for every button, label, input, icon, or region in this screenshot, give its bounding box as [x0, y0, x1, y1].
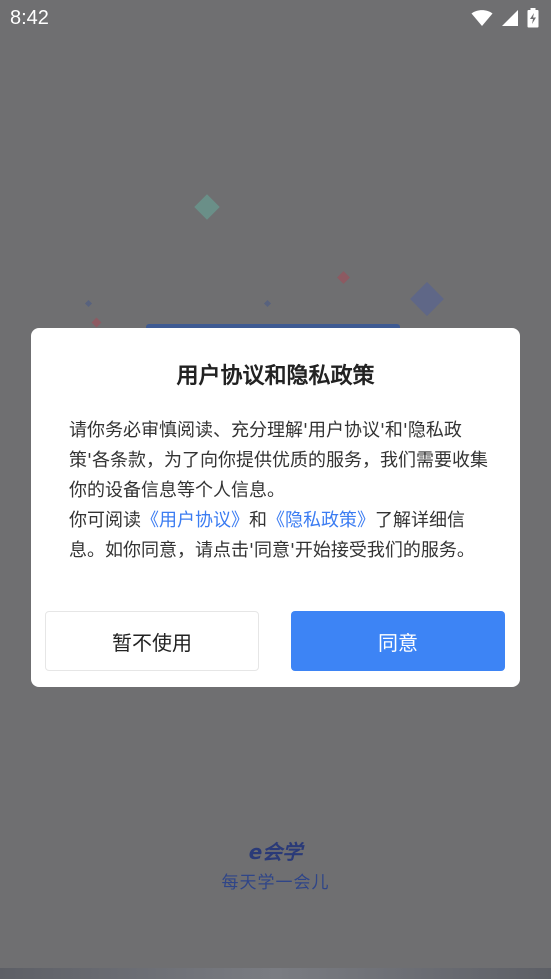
dialog-title: 用户协议和隐私政策: [176, 364, 375, 389]
consent-paragraph: 请你务必审慎阅读、充分理解'用户协议'和'隐私政策'各条款，为了向你提供优质的服…: [69, 420, 488, 501]
agree-button[interactable]: 同意: [291, 611, 505, 671]
terms-paragraph: 你可阅读《用户协议》和《隐私政策》了解详细信息。如你同意，请点击'同意'开始接受…: [69, 506, 489, 566]
decline-button[interactable]: 暂不使用: [45, 611, 259, 671]
decorative-diamond-blue-small: [263, 299, 272, 308]
privacy-policy-link[interactable]: 《隐私政策》: [267, 510, 375, 531]
app-logo-text: e会学: [248, 840, 303, 864]
status-icons: [471, 8, 539, 32]
decorative-diamond-teal: [194, 194, 220, 220]
cellular-signal-icon: [501, 9, 519, 31]
decorative-diamond-blue-small: [84, 299, 93, 308]
privacy-dialog: 用户协议和隐私政策 请你务必审慎阅读、充分理解'用户协议'和'隐私政策'各条款，…: [31, 328, 520, 687]
battery-charging-icon: [527, 8, 539, 32]
decorative-diamond-blue-large: [410, 282, 444, 316]
dialog-body: 请你务必审慎阅读、充分理解'用户协议'和'隐私政策'各条款，为了向你提供优质的服…: [69, 416, 489, 566]
app-slogan: 每天学一会儿: [221, 873, 330, 893]
terms-prefix-text: 你可阅读: [69, 510, 141, 531]
bottom-edge: [0, 968, 551, 979]
decorative-diamond-red: [337, 271, 350, 284]
terms-and-text: 和: [249, 510, 267, 531]
wifi-icon: [471, 9, 493, 31]
decorative-diamond-red-small: [91, 317, 102, 328]
status-bar: 8:42: [0, 0, 551, 38]
status-time: 8:42: [10, 7, 49, 29]
user-agreement-link[interactable]: 《用户协议》: [141, 510, 249, 531]
